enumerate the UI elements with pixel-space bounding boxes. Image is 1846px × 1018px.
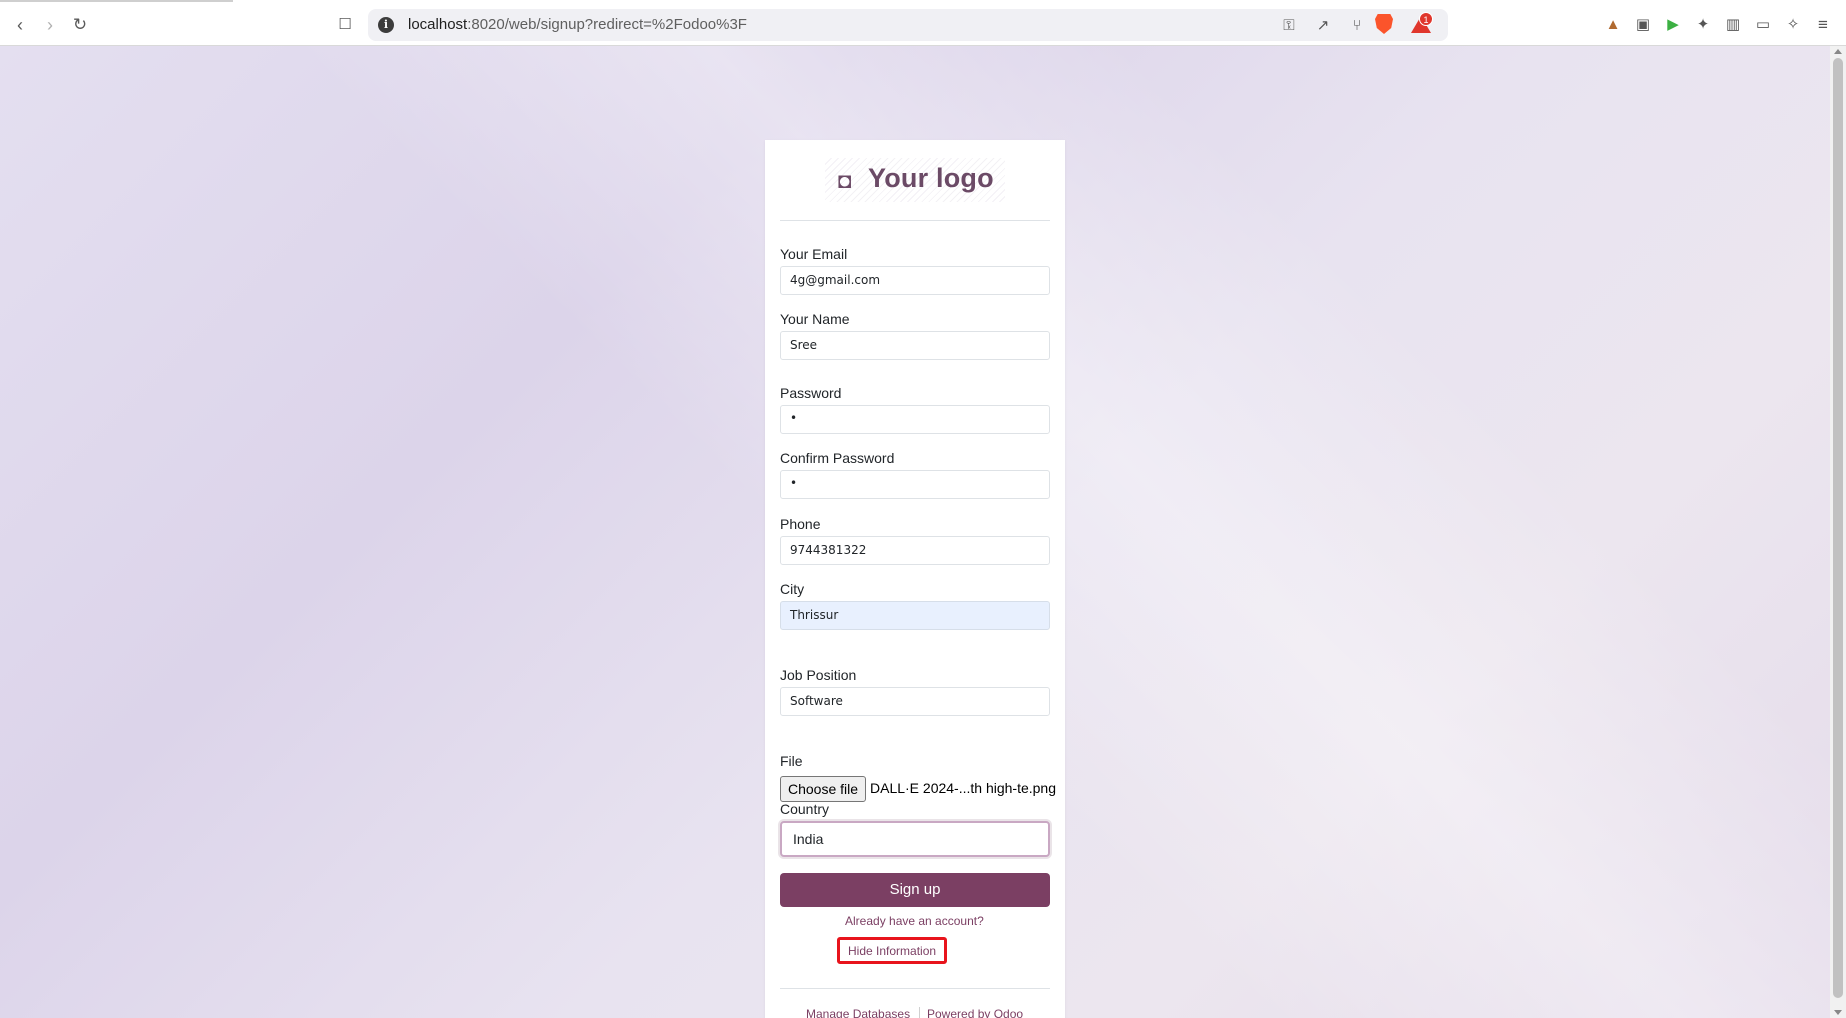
country-label: Country — [780, 801, 830, 817]
scroll-down-icon[interactable] — [1834, 1010, 1842, 1015]
browser-toolbar: ‹ › ↻ ☐ i localhost:8020/web/signup?redi… — [0, 0, 1846, 46]
phone-field[interactable]: 9744381322 — [780, 536, 1050, 565]
footer-divider — [780, 988, 1050, 989]
name-field[interactable]: Sree — [780, 331, 1050, 360]
password-field[interactable]: • — [780, 405, 1050, 434]
bookmark-icon[interactable]: ☐ — [333, 13, 357, 37]
header-divider — [780, 220, 1050, 221]
file-label: File — [780, 753, 803, 769]
video-extension-icon[interactable]: ▶ — [1662, 14, 1684, 36]
name-label: Your Name — [780, 311, 850, 327]
already-have-account-link[interactable]: Already have an account? — [845, 914, 984, 928]
job-position-label: Job Position — [780, 667, 857, 683]
city-label: City — [780, 581, 805, 597]
phone-label: Phone — [780, 516, 821, 532]
extension-avatar-icon[interactable]: ▲ — [1602, 14, 1624, 36]
confirm-password-field[interactable]: • — [780, 470, 1050, 499]
back-icon[interactable]: ‹ — [8, 13, 32, 37]
hide-information-label: Hide Information — [848, 944, 937, 958]
url-text[interactable]: localhost:8020/web/signup?redirect=%2Fod… — [408, 16, 747, 33]
page-background: ◘ Your logo Your Email 4g@gmail.com Your… — [0, 46, 1830, 1018]
manage-databases-link[interactable]: Manage Databases — [806, 1007, 910, 1018]
sidebar-toggle-icon[interactable]: ▥ — [1722, 14, 1744, 36]
choose-file-button[interactable]: Choose file — [780, 776, 866, 802]
confirm-password-label: Confirm Password — [780, 450, 895, 466]
address-bar[interactable]: i localhost:8020/web/signup?redirect=%2F… — [368, 9, 1448, 41]
screenshot-extension-icon[interactable]: ▣ — [1632, 14, 1654, 36]
job-position-field[interactable]: Software — [780, 687, 1050, 716]
forward-icon[interactable]: › — [38, 13, 62, 37]
rewards-badge: 1 — [1419, 12, 1433, 26]
footer-separator — [919, 1007, 920, 1018]
sign-up-button[interactable]: Sign up — [780, 873, 1050, 907]
reload-icon[interactable]: ↻ — [68, 13, 92, 37]
password-label: Password — [780, 385, 842, 401]
powered-by-odoo-link[interactable]: Powered by Odoo — [927, 1007, 1023, 1018]
leo-ai-icon[interactable]: ✧ — [1782, 14, 1804, 36]
hide-information-button[interactable]: Hide Information — [837, 937, 947, 964]
country-select[interactable]: India — [780, 821, 1050, 857]
key-icon[interactable]: ⚿ — [1279, 16, 1299, 36]
scroll-up-icon[interactable] — [1834, 49, 1842, 54]
email-label: Your Email — [780, 246, 848, 262]
active-tab-indicator — [0, 0, 233, 2]
share-icon[interactable]: ⑂ — [1347, 16, 1367, 36]
menu-icon[interactable]: ≡ — [1812, 14, 1834, 36]
open-external-icon[interactable]: ↗ — [1313, 16, 1333, 36]
scrollbar-thumb[interactable] — [1833, 58, 1843, 998]
selected-file-name: DALL·E 2024-...th high-te.png — [870, 780, 1057, 796]
company-logo: ◘ Your logo — [825, 158, 1005, 202]
signup-card: ◘ Your logo Your Email 4g@gmail.com Your… — [765, 140, 1065, 1018]
site-info-icon[interactable]: i — [378, 17, 394, 33]
page-scrollbar[interactable] — [1830, 46, 1846, 1018]
extensions-puzzle-icon[interactable]: ✦ — [1692, 14, 1714, 36]
city-field[interactable]: Thrissur — [780, 601, 1050, 630]
camera-icon: ◘ — [838, 168, 852, 193]
email-field[interactable]: 4g@gmail.com — [780, 266, 1050, 295]
wallet-icon[interactable]: ▭ — [1752, 14, 1774, 36]
